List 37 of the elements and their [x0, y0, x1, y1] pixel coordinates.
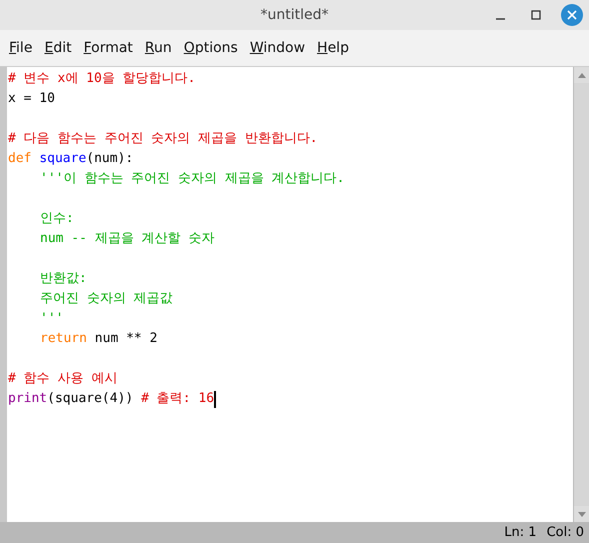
- code-token: 반환값:: [40, 270, 87, 288]
- code-token: # 변수 x에 10을 할당합니다.: [8, 70, 196, 88]
- menu-item[interactable]: Help: [311, 40, 355, 56]
- menu-item[interactable]: Edit: [38, 40, 78, 56]
- menu-item[interactable]: Run: [138, 40, 178, 56]
- minimize-icon: [496, 18, 504, 20]
- code-token: square: [39, 150, 86, 168]
- code-token: def: [8, 150, 32, 168]
- code-token: num -- 제곱을 계산할 숫자: [40, 230, 214, 248]
- scrollbar[interactable]: [573, 67, 589, 522]
- code-token: print: [8, 390, 48, 408]
- line-number: Ln: 1: [504, 525, 537, 540]
- code-token: x = 10: [8, 90, 55, 108]
- code-token: '''이 함수는 주어진 숫자의 제곱을 계산합니다.: [40, 170, 344, 188]
- menu-item[interactable]: Format: [78, 40, 139, 56]
- close-icon: [567, 10, 577, 20]
- close-button[interactable]: [561, 4, 583, 26]
- code-token: # 함수 사용 예시: [8, 370, 118, 388]
- scroll-down-icon[interactable]: [574, 506, 589, 522]
- menu-item[interactable]: File: [3, 40, 38, 56]
- window-title: *untitled*: [260, 7, 328, 23]
- code-token: 인수:: [40, 210, 74, 228]
- code-token: # 출력: 16: [141, 390, 214, 408]
- column-number: Col: 0: [546, 525, 584, 540]
- code-token: num ** 2: [94, 330, 158, 348]
- maximize-icon: [531, 10, 541, 20]
- menu-item[interactable]: Window: [244, 40, 312, 56]
- code-token: (square(4)): [47, 390, 134, 408]
- scroll-up-icon[interactable]: [574, 67, 589, 83]
- code-token: 주어진 숫자의 제곱값: [40, 290, 173, 308]
- menu-item[interactable]: Options: [178, 40, 244, 56]
- code-token: # 다음 함수는 주어진 숫자의 제곱을 반환합니다.: [8, 130, 318, 148]
- code-token: return: [40, 330, 87, 348]
- code-token: ''': [40, 310, 64, 328]
- code-editor[interactable]: # 변수 x에 10을 할당합니다. x = 10 # 다음 함수는 주어진 숫자의 제곱을 반환합니다. def square(num): '''이 함수는 주어진 숫자의 제곱을 계산합니다. 인수: num -- 제곱을 계산할 숫자 반환값: 주어진 숫자의 제곱값 ''' return num ** 2 # 함수 사용 예시 print(square(4)) # 출력: 16: [7, 67, 573, 522]
- code-token: (num):: [86, 150, 134, 168]
- text-cursor: [214, 390, 216, 408]
